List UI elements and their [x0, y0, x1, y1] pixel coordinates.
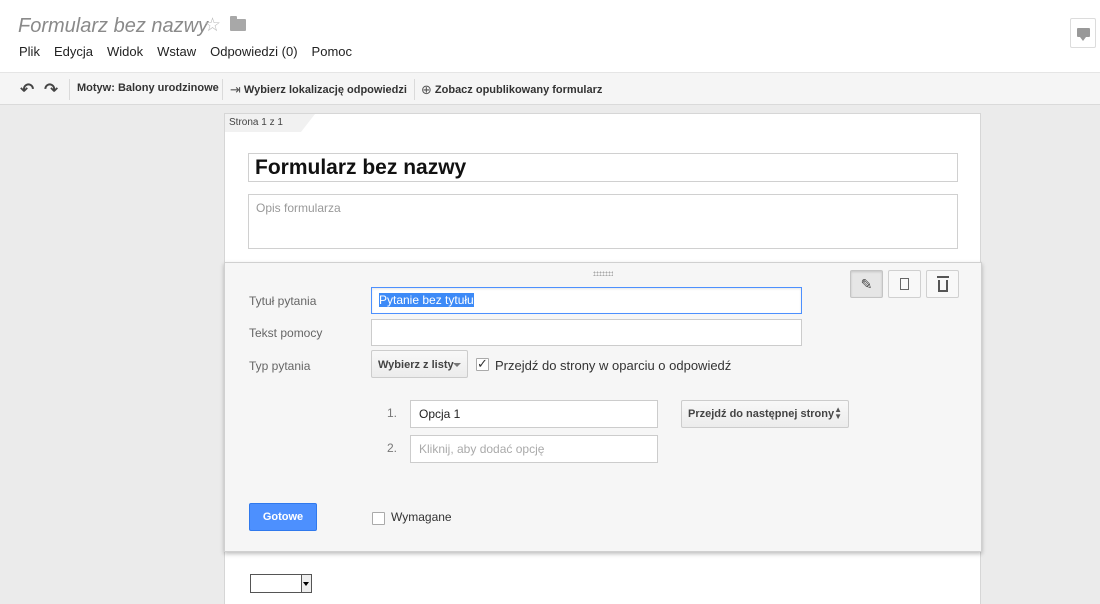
help-text-label: Tekst pomocy	[249, 326, 323, 340]
page-navigation-label: Przejdź do strony w oparciu o odpowiedź	[495, 358, 732, 373]
view-published-label: Zobacz opublikowany formularz	[434, 84, 603, 96]
menu-item-edit[interactable]: Edycja	[54, 44, 93, 59]
menu-item-help[interactable]: Pomoc	[312, 44, 352, 59]
duplicate-question-button[interactable]	[888, 270, 921, 298]
option-navigation-value: Przejdź do następnej strony	[688, 408, 835, 420]
menu-bar: Plik Edycja Widok Wstaw Odpowiedzi (0) P…	[19, 44, 366, 59]
star-icon[interactable]: ☆	[204, 14, 221, 37]
question-title-input[interactable]: Pytanie bez tytułu	[371, 287, 802, 314]
theme-button[interactable]: Motyw: Balony urodzinowe	[77, 82, 219, 94]
question-title-label: Tytuł pytania	[249, 294, 317, 308]
form-description-input[interactable]: Opis formularza	[248, 194, 958, 249]
option-number: 2.	[387, 441, 398, 455]
pencil-icon: ✎	[860, 275, 873, 292]
done-button[interactable]: Gotowe	[249, 503, 317, 531]
add-option-input[interactable]: Kliknij, aby dodać opcję	[410, 435, 658, 463]
export-icon: ⇥	[230, 82, 241, 97]
delete-question-button[interactable]	[926, 270, 959, 298]
form-title-input[interactable]: Formularz bez nazwy	[248, 153, 958, 182]
question-type-dropdown[interactable]: Wybierz z listy	[371, 350, 468, 378]
drag-handle[interactable]	[593, 271, 613, 276]
required-label: Wymagane	[391, 510, 452, 524]
edit-question-button[interactable]: ✎	[850, 270, 883, 298]
menu-item-file[interactable]: Plik	[19, 44, 40, 59]
toolbar-divider	[414, 79, 415, 100]
comment-icon	[1077, 28, 1090, 41]
help-text-input[interactable]	[371, 319, 802, 346]
menu-item-responses[interactable]: Odpowiedzi (0)	[210, 44, 297, 59]
undo-icon[interactable]: ↶	[20, 80, 34, 100]
globe-icon: ⊕	[421, 82, 432, 97]
chevron-down-icon	[301, 575, 311, 592]
option-navigation-dropdown[interactable]: Przejdź do następnej strony ▲ ▼	[681, 400, 849, 428]
folder-icon[interactable]	[230, 16, 246, 31]
required-checkbox[interactable]	[372, 512, 385, 525]
header: Formularz bez nazwy ☆ Plik Edycja Widok …	[0, 0, 1100, 72]
question-type-select[interactable]	[250, 574, 312, 593]
redo-icon[interactable]: ↷	[44, 80, 58, 100]
question-title-value: Pytanie bez tytułu	[379, 293, 474, 307]
question-edit-panel: ✎ Tytuł pytania Pytanie bez tytułu Tekst…	[224, 262, 982, 552]
trash-icon	[936, 275, 949, 292]
menu-item-view[interactable]: Widok	[107, 44, 143, 59]
toolbar: ↶ ↷ Motyw: Balony urodzinowe ⇥ Wybierz l…	[0, 72, 1100, 105]
comments-button[interactable]	[1070, 18, 1096, 48]
up-down-arrows-icon: ▲ ▼	[834, 405, 842, 421]
theme-label: Motyw: Balony urodzinowe	[77, 82, 219, 94]
page-tab: Strona 1 z 1	[225, 114, 315, 132]
document-title[interactable]: Formularz bez nazwy	[18, 15, 208, 38]
toolbar-divider	[69, 79, 70, 100]
response-destination-button[interactable]: ⇥ Wybierz lokalizację odpowiedzi	[230, 82, 407, 98]
toolbar-divider	[222, 79, 223, 100]
question-type-value: Wybierz z listy	[378, 359, 454, 371]
duplicate-icon	[897, 276, 909, 290]
view-published-form-button[interactable]: ⊕ Zobacz opublikowany formularz	[421, 82, 602, 98]
option-number: 1.	[387, 406, 398, 420]
question-type-label: Typ pytania	[249, 359, 311, 373]
option-input[interactable]: Opcja 1	[410, 400, 658, 428]
chevron-down-icon	[453, 363, 461, 367]
response-destination-label: Wybierz lokalizację odpowiedzi	[243, 84, 407, 96]
menu-item-insert[interactable]: Wstaw	[157, 44, 196, 59]
page-navigation-checkbox[interactable]	[476, 356, 489, 372]
